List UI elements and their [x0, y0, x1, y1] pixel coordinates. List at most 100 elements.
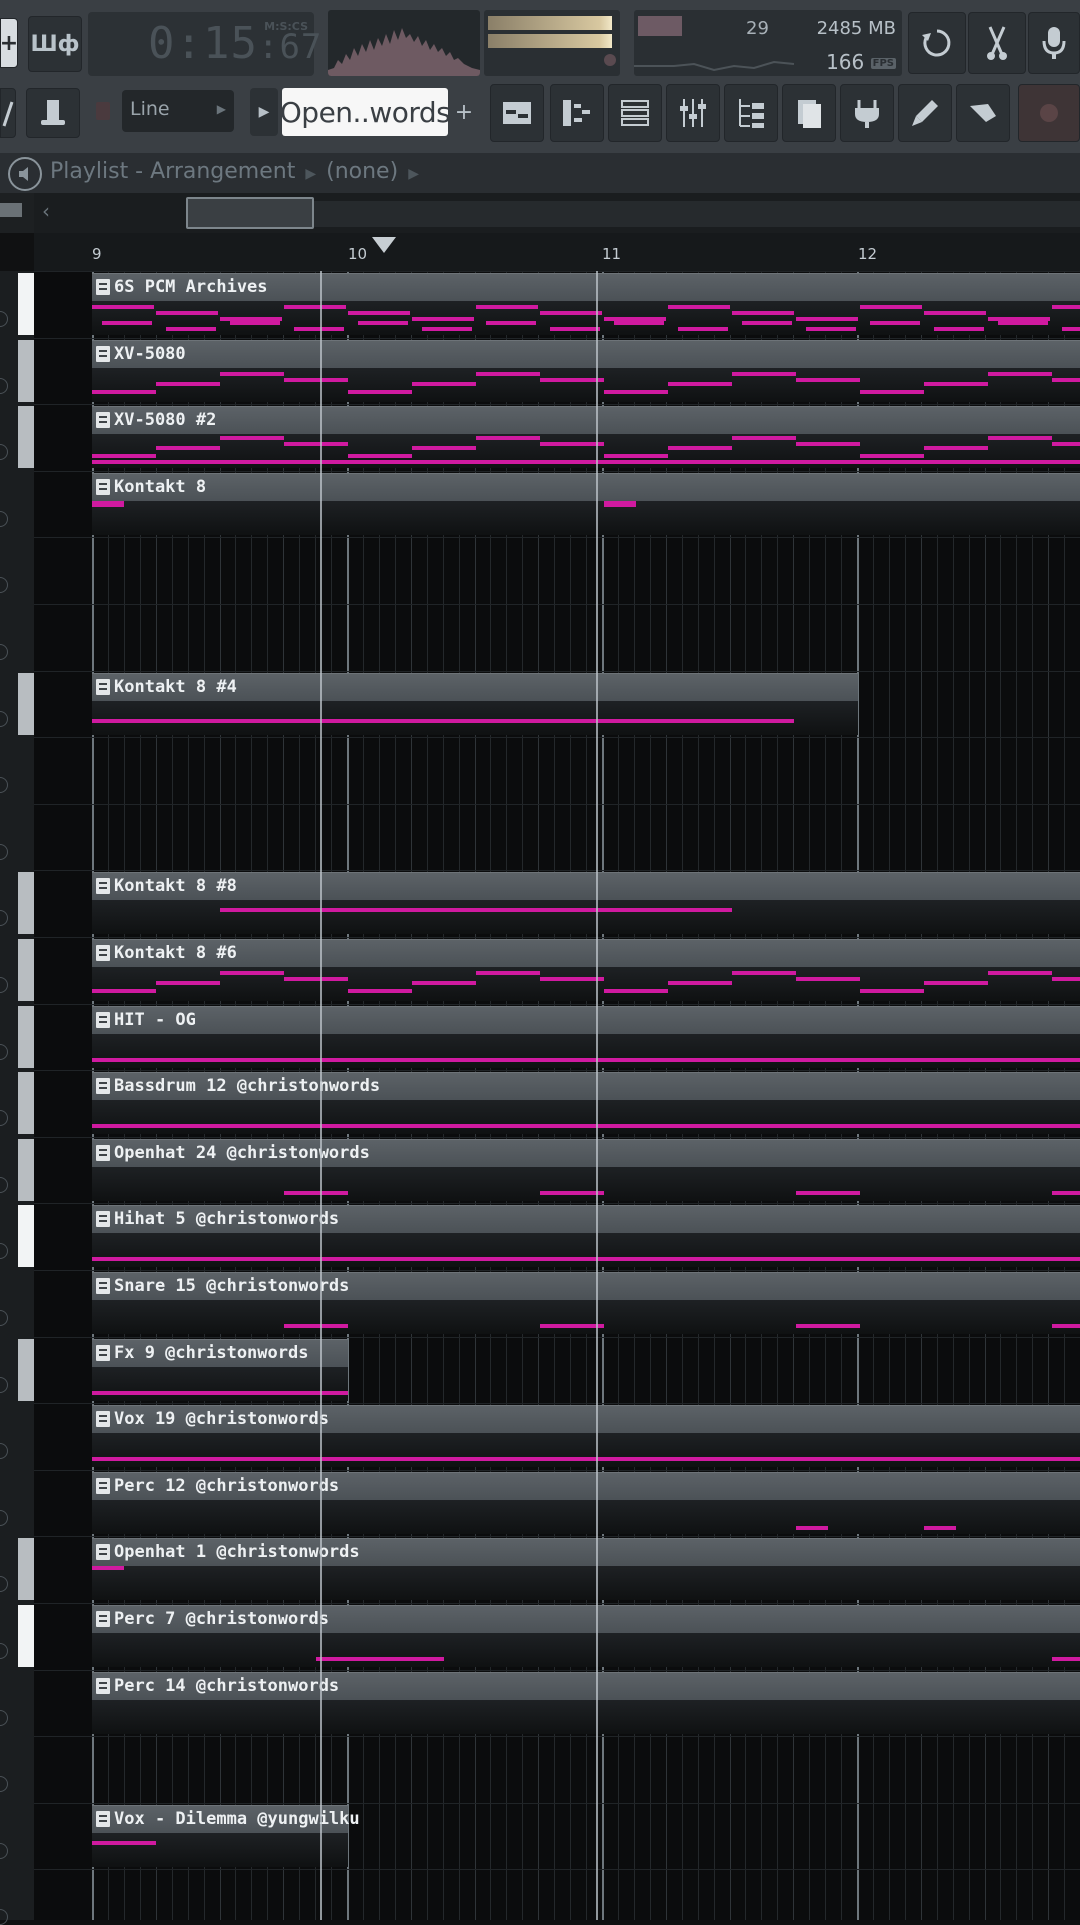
track-color-strip[interactable] [18, 406, 34, 468]
touch-controller-icon[interactable] [898, 84, 952, 142]
playlist-icon[interactable] [490, 84, 544, 142]
countdown-icon[interactable] [908, 12, 966, 74]
pattern-icon[interactable] [96, 412, 110, 428]
pattern-icon[interactable] [96, 1078, 110, 1094]
clip-header[interactable]: Perc 14 @christonwords [92, 1672, 1080, 1701]
pattern-icon[interactable] [96, 1544, 110, 1560]
pattern-clip[interactable]: Kontakt 8 #8 [92, 872, 1080, 934]
clip-header[interactable]: Openhat 24 @christonwords [92, 1139, 1080, 1168]
pattern-clip[interactable]: Openhat 1 @christonwords [92, 1538, 1080, 1600]
snap-mode-dropdown[interactable]: Line ▶ [122, 90, 234, 132]
pattern-clip[interactable]: 6S PCM Archives [92, 273, 1080, 335]
record-button[interactable] [1018, 84, 1080, 142]
track-mute-toggle[interactable] [0, 1377, 8, 1393]
track-mute-toggle[interactable] [0, 1710, 8, 1726]
pattern-icon[interactable] [96, 1478, 110, 1494]
pattern-clip[interactable]: Vox - Dilemma @yungwilku [92, 1805, 360, 1867]
track-color-strip[interactable] [18, 273, 34, 335]
track-mute-toggle[interactable] [0, 577, 8, 593]
arrangement-name[interactable]: (none) [326, 159, 398, 184]
pattern-clip[interactable]: Fx 9 @christonwords [92, 1339, 348, 1401]
track-mute-toggle[interactable] [0, 1643, 8, 1659]
pattern-clip[interactable]: Kontakt 8 #6 [92, 939, 1080, 1001]
piano-keys-toggle[interactable] [0, 193, 34, 233]
track-color-strip[interactable] [18, 1072, 34, 1134]
track-color-strip[interactable] [18, 939, 34, 1001]
track-color-strip[interactable] [18, 872, 34, 934]
pattern-clip[interactable]: Perc 7 @christonwords [92, 1605, 1080, 1667]
clip-header[interactable]: HIT - OG [92, 1006, 1080, 1035]
track-mute-toggle[interactable] [0, 444, 8, 460]
pattern-selector[interactable]: Open..words [280, 88, 451, 136]
track-mute-toggle[interactable] [0, 311, 8, 327]
pattern-icon[interactable] [96, 679, 110, 695]
pattern-selector-arrow[interactable]: ▶ [250, 88, 278, 136]
playlist-grid[interactable]: 6S PCM Archives XV-5080 XV-5080 #2 Kontakt … [34, 271, 1080, 1920]
record-audio-icon[interactable] [1028, 12, 1080, 74]
track-mute-toggle[interactable] [0, 1909, 8, 1925]
track-mute-toggle[interactable] [0, 1510, 8, 1526]
project-picker-icon[interactable] [782, 84, 836, 142]
track-mute-toggle[interactable] [0, 1044, 8, 1060]
overview-track[interactable] [186, 201, 1080, 227]
add-button[interactable]: + [0, 18, 18, 68]
pattern-clip[interactable]: Vox 19 @christonwords [92, 1405, 1080, 1467]
pattern-clip[interactable]: XV-5080 [92, 340, 1080, 402]
clip-header[interactable]: Perc 12 @christonwords [92, 1472, 1080, 1501]
track-mute-toggle[interactable] [0, 844, 8, 860]
clip-header[interactable]: Fx 9 @christonwords [92, 1339, 348, 1368]
overview-scroll-handle[interactable] [186, 197, 314, 229]
pattern-clip[interactable]: Kontakt 8 #4 [92, 673, 858, 735]
clip-header[interactable]: Vox - Dilemma @yungwilku [92, 1805, 360, 1834]
track-color-strip[interactable] [18, 1205, 34, 1267]
waveform-monitor[interactable] [328, 10, 480, 76]
clip-header[interactable]: Openhat 1 @christonwords [92, 1538, 1080, 1567]
pattern-icon[interactable] [96, 1345, 110, 1361]
edison-icon[interactable] [956, 84, 1010, 142]
track-mute-toggle[interactable] [0, 977, 8, 993]
time-ruler[interactable]: 9 10 11 12 [34, 233, 1080, 272]
track-mute-toggle[interactable] [0, 1177, 8, 1193]
clip-header[interactable]: 6S PCM Archives [92, 273, 1080, 302]
track-mute-toggle[interactable] [0, 378, 8, 394]
pattern-icon[interactable] [96, 1145, 110, 1161]
playlist-overview-strip[interactable]: ‹ [0, 193, 1080, 233]
cpu-memory-monitor[interactable]: 29 2485 MB 166 FPS [634, 10, 902, 76]
track-mute-toggle[interactable] [0, 1243, 8, 1259]
speaker-icon[interactable] [8, 157, 42, 191]
track-mute-toggle[interactable] [0, 1576, 8, 1592]
pattern-clip[interactable]: Hihat 5 @christonwords [92, 1205, 1080, 1267]
song-time-display[interactable]: 0:15:67 M:S:CS [88, 12, 321, 76]
clip-header[interactable]: Vox 19 @christonwords [92, 1405, 1080, 1434]
track-color-strip[interactable] [18, 1339, 34, 1401]
pencil-tool-icon[interactable] [0, 88, 16, 138]
pattern-icon[interactable] [96, 1012, 110, 1028]
add-pattern-button[interactable]: + [452, 88, 476, 136]
pattern-clip[interactable]: Bassdrum 12 @christonwords [92, 1072, 1080, 1134]
track-mute-toggle[interactable] [0, 910, 8, 926]
clip-header[interactable]: XV-5080 #2 [92, 406, 1080, 435]
plugin-picker-icon[interactable] [840, 84, 894, 142]
pattern-clip[interactable]: Kontakt 8 [92, 473, 1080, 535]
piano-roll-icon[interactable] [550, 84, 604, 142]
pattern-icon[interactable] [96, 1611, 110, 1627]
track-color-strip[interactable] [18, 673, 34, 735]
browser-icon[interactable] [724, 84, 778, 142]
hat-tool-icon[interactable] [26, 88, 80, 138]
pattern-icon[interactable] [96, 1211, 110, 1227]
pattern-icon[interactable] [96, 945, 110, 961]
mixer-icon[interactable] [666, 84, 720, 142]
pattern-icon[interactable] [96, 279, 110, 295]
track-mute-toggle[interactable] [0, 644, 8, 660]
track-color-strip[interactable] [18, 340, 34, 402]
pattern-clip[interactable]: Snare 15 @christonwords [92, 1272, 1080, 1334]
clip-header[interactable]: Kontakt 8 [92, 473, 1080, 502]
channel-rack-icon[interactable] [608, 84, 662, 142]
track-mute-toggle[interactable] [0, 1443, 8, 1459]
clip-header[interactable]: Hihat 5 @christonwords [92, 1205, 1080, 1234]
chevron-left-icon[interactable]: ‹ [42, 199, 50, 223]
pattern-icon[interactable] [96, 479, 110, 495]
lock-icon[interactable] [96, 102, 110, 120]
clip-header[interactable]: Snare 15 @christonwords [92, 1272, 1080, 1301]
pattern-icon[interactable] [96, 878, 110, 894]
